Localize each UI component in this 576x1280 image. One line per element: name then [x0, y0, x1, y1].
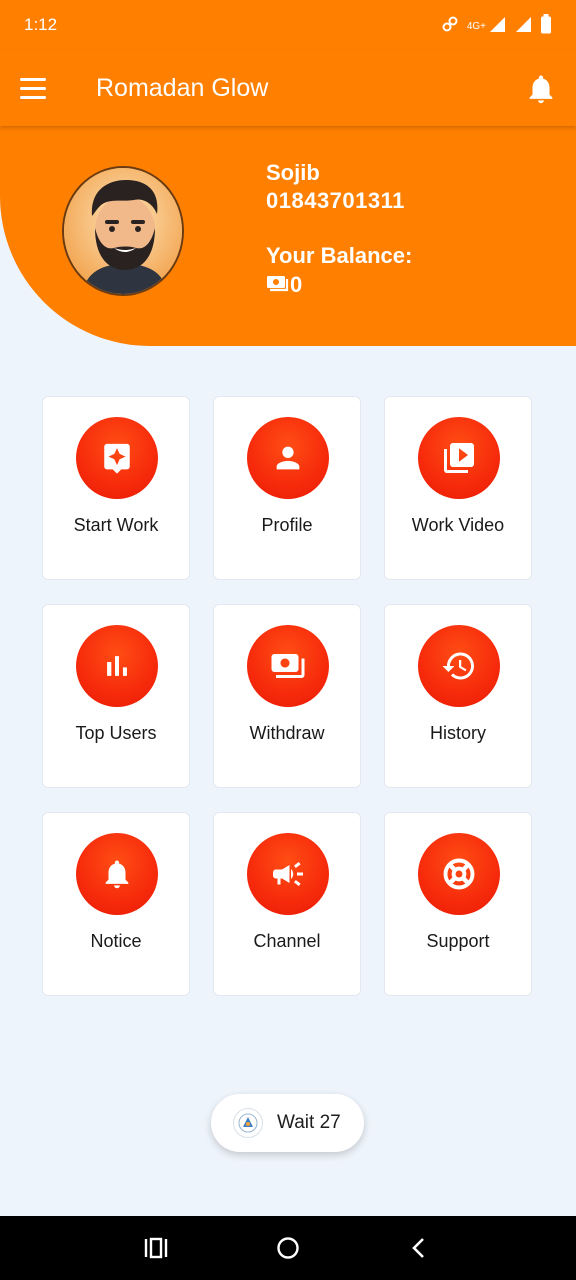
signal-icon: [514, 15, 532, 38]
profile-label: Profile: [261, 515, 313, 535]
notice-label: Notice: [90, 931, 142, 951]
user-phone: 01843701311: [266, 188, 405, 213]
start-work-label: Start Work: [73, 515, 159, 535]
channel-card[interactable]: Channel: [213, 812, 361, 996]
profile-card[interactable]: Profile: [213, 396, 361, 580]
status-time: 1:12: [24, 15, 58, 34]
recent-apps-icon: [144, 1237, 168, 1259]
avatar-illustration: [64, 168, 182, 294]
top-users-card[interactable]: Top Users: [42, 604, 190, 788]
link-icon: [441, 15, 459, 38]
megaphone-icon: [273, 862, 303, 886]
home-icon: [277, 1237, 299, 1259]
support-card[interactable]: Support: [384, 812, 532, 996]
start-work-card[interactable]: Start Work: [42, 396, 190, 580]
balance-label: Your Balance:: [266, 243, 413, 268]
money-icon: [267, 276, 289, 292]
profile-header: Sojib 01843701311 Your Balance: 0: [0, 126, 576, 346]
support-label: Support: [426, 931, 490, 951]
app-logo-icon: [233, 1108, 263, 1138]
signal-icon: [488, 15, 506, 38]
history-icon: [442, 652, 474, 680]
work-video-label: Work Video: [411, 515, 505, 535]
home-button[interactable]: [272, 1234, 304, 1262]
user-name: Sojib: [266, 160, 320, 185]
menu-button[interactable]: [20, 72, 54, 104]
app-title: Romadan Glow: [96, 74, 269, 102]
balance-row: 0: [266, 272, 302, 298]
lifebuoy-icon: [443, 858, 475, 890]
status-bar: 1:12 4G+: [0, 0, 576, 50]
hamburger-menu-icon: [20, 77, 46, 81]
channel-label: Channel: [253, 931, 321, 951]
work-video-card[interactable]: Work Video: [384, 396, 532, 580]
top-users-label: Top Users: [75, 723, 157, 743]
person-icon: [276, 446, 300, 470]
back-icon: [412, 1238, 424, 1258]
notification-button[interactable]: [524, 72, 558, 106]
history-label: History: [429, 723, 486, 743]
bar-chart-icon: [107, 656, 127, 676]
system-nav-bar: [0, 1216, 576, 1280]
notification-bell-icon: [529, 75, 553, 104]
back-button[interactable]: [403, 1234, 435, 1262]
withdraw-label: Withdraw: [249, 723, 325, 743]
history-card[interactable]: History: [384, 604, 532, 788]
recent-apps-button[interactable]: [140, 1234, 172, 1262]
money-icon: [271, 654, 305, 678]
avatar[interactable]: [62, 166, 184, 296]
balance-value: 0: [290, 272, 303, 297]
bell-icon: [105, 860, 129, 889]
start-work-icon: [104, 443, 130, 474]
battery-icon: [540, 14, 552, 39]
wait-toast: Wait 27: [211, 1094, 364, 1152]
app-bar: Romadan Glow: [0, 50, 576, 126]
toast-text: Wait 27: [277, 1112, 341, 1133]
network-type-label: 4G+: [466, 21, 486, 32]
video-library-icon: [444, 443, 474, 473]
withdraw-card[interactable]: Withdraw: [213, 604, 361, 788]
status-icons: 4G+: [441, 14, 552, 39]
notice-card[interactable]: Notice: [42, 812, 190, 996]
